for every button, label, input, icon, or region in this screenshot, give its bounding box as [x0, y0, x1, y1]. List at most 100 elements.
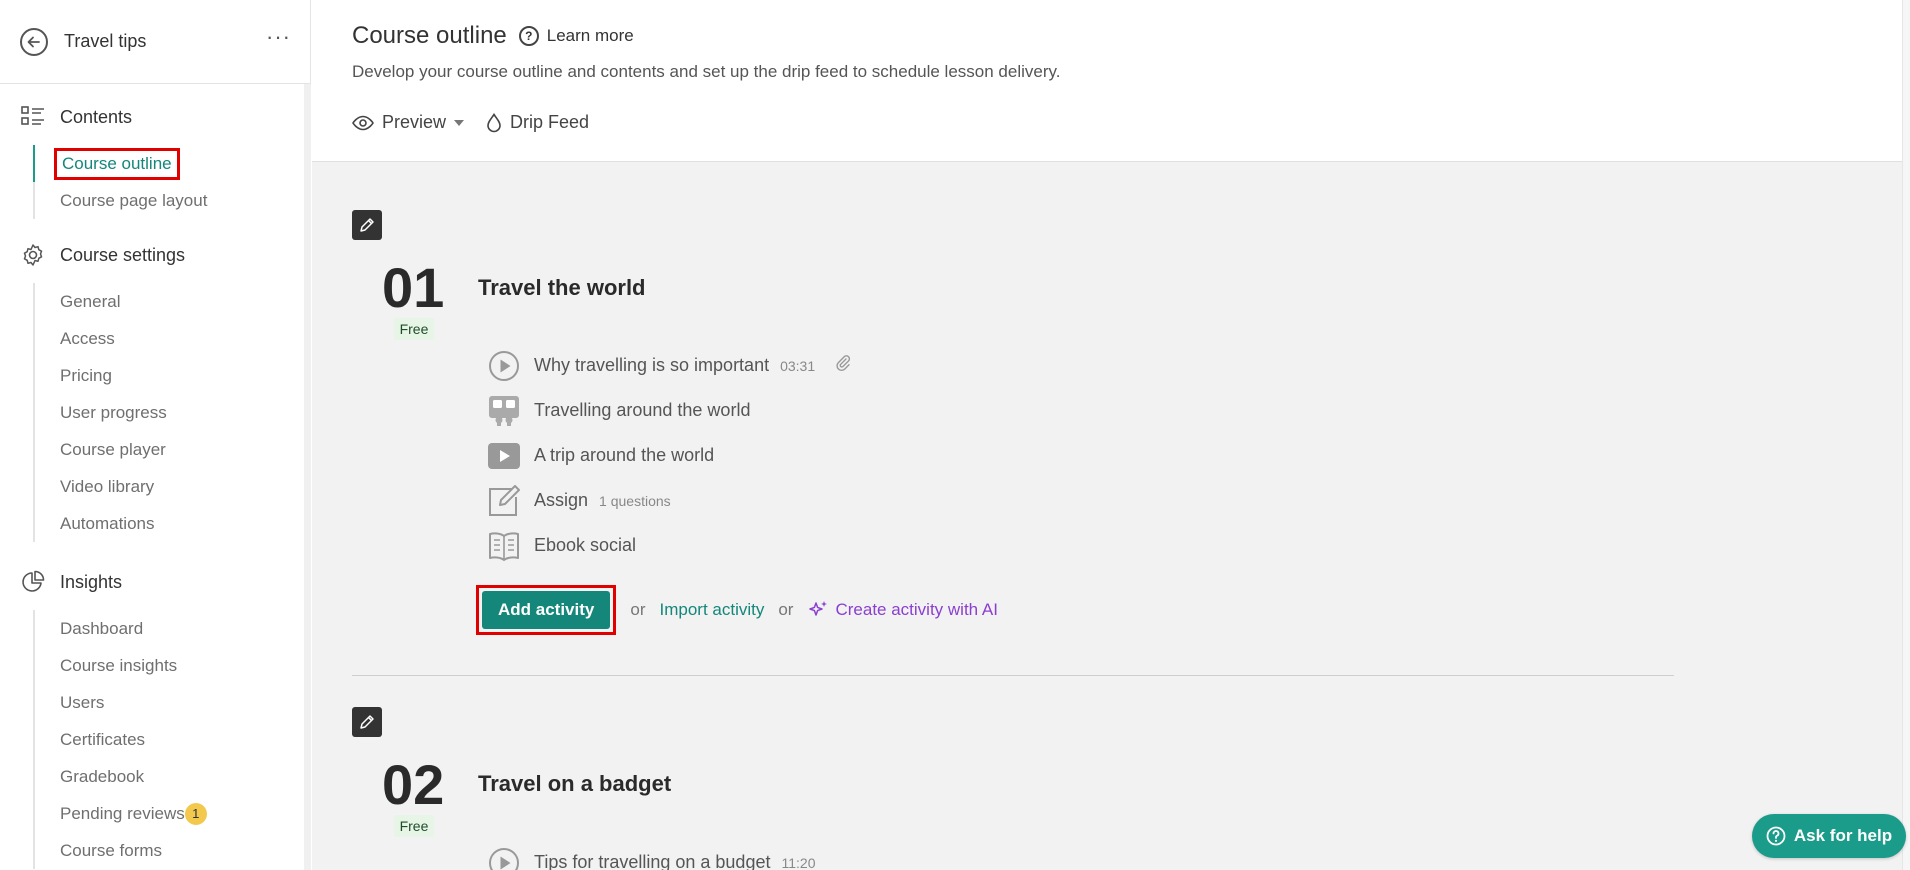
module-2: 02 Free Travel on a badget Tips for trav…	[352, 707, 1674, 870]
main-content: Course outline ? Learn more Develop your…	[312, 0, 1910, 870]
section-course-settings-header[interactable]: Course settings	[20, 227, 310, 283]
sidebar-item-user-progress[interactable]: User progress	[33, 394, 310, 431]
sidebar-item-course-player[interactable]: Course player	[33, 431, 310, 468]
presentation-icon	[488, 395, 520, 427]
module-1: 01 Free Travel the world Why travelling …	[352, 210, 1674, 635]
pencil-icon	[360, 218, 374, 232]
sidebar-item-gradebook[interactable]: Gradebook	[33, 758, 310, 795]
section-insights: Insights Dashboard Course insights Users…	[0, 554, 310, 869]
sidebar-item-label: Pricing	[60, 365, 112, 385]
free-badge: Free	[394, 318, 434, 340]
sidebar-item-label: Video library	[60, 476, 155, 496]
sidebar-item-label: Access	[60, 328, 115, 348]
lesson-title: Travelling around the world	[534, 400, 751, 420]
drip-feed-label: Drip Feed	[510, 112, 590, 132]
sidebar-item-course-insights[interactable]: Course insights	[33, 647, 310, 684]
add-activity-highlight: Add activity	[476, 585, 617, 635]
section-contents-header[interactable]: Contents	[20, 89, 310, 145]
lesson-title: Assign	[534, 490, 589, 510]
pie-chart-icon	[20, 569, 46, 595]
lesson-item[interactable]: Ebook social	[488, 523, 851, 568]
caret-down-icon	[454, 119, 465, 126]
help-circle-icon	[1766, 826, 1786, 846]
ebook-icon	[488, 530, 520, 562]
learn-more-link[interactable]: ? Learn more	[518, 26, 634, 46]
eye-icon	[352, 115, 374, 130]
video-icon	[488, 440, 520, 472]
drop-icon	[487, 112, 501, 132]
lesson-item[interactable]: Assign 1 questions	[488, 478, 851, 523]
module-title[interactable]: Travel on a badget	[478, 771, 671, 797]
sidebar-item-general[interactable]: General	[33, 283, 310, 320]
back-button[interactable]	[20, 27, 48, 56]
sidebar-item-course-forms[interactable]: Course forms	[33, 832, 310, 869]
module-number: 02	[382, 753, 445, 816]
import-activity-link[interactable]: Import activity	[659, 600, 764, 620]
section-insights-header[interactable]: Insights	[20, 554, 310, 610]
pencil-icon	[360, 715, 374, 729]
drip-feed-button[interactable]: Drip Feed	[486, 112, 589, 133]
module-number: 01	[382, 256, 445, 319]
preview-label: Preview	[382, 112, 447, 132]
sparkle-icon	[809, 601, 828, 616]
sidebar-item-automations[interactable]: Automations	[33, 505, 310, 542]
add-activity-button[interactable]: Add activity	[482, 591, 611, 629]
module-actions: Add activity or Import activity or Creat…	[476, 585, 998, 635]
preview-dropdown[interactable]: Preview	[352, 112, 465, 133]
sidebar-item-label: Gradebook	[60, 766, 145, 786]
lesson-list: Why travelling is so important 03:31 Tra…	[488, 343, 851, 568]
course-title: Travel tips	[64, 31, 147, 51]
sidebar-item-video-library[interactable]: Video library	[33, 468, 310, 505]
lesson-item[interactable]: Travelling around the world	[488, 388, 851, 433]
edit-module-button[interactable]	[352, 707, 382, 737]
section-title: Insights	[60, 571, 123, 592]
play-circle-icon	[488, 847, 520, 870]
section-title: Course settings	[60, 244, 186, 265]
lesson-item[interactable]: Why travelling is so important 03:31	[488, 343, 851, 388]
sidebar-item-course-outline[interactable]: Course outline	[33, 145, 310, 182]
edit-note-icon	[488, 484, 520, 517]
sidebar-item-users[interactable]: Users	[33, 684, 310, 721]
sidebar-item-course-page-layout[interactable]: Course page layout	[33, 182, 310, 219]
sidebar-item-certificates[interactable]: Certificates	[33, 721, 310, 758]
sidebar-item-access[interactable]: Access	[33, 320, 310, 357]
module-title[interactable]: Travel the world	[478, 275, 646, 301]
sidebar-item-label: Course forms	[60, 840, 163, 860]
main-scrollbar[interactable]	[1902, 0, 1910, 870]
gear-icon	[20, 242, 46, 268]
lesson-list: Tips for travelling on a budget 11:20	[488, 840, 815, 870]
settings-list: General Access Pricing User progress Cou…	[33, 283, 310, 542]
arrow-left-icon	[27, 36, 40, 47]
section-contents: Contents Course outline Course page layo…	[0, 89, 310, 219]
more-options-icon[interactable]: ···	[266, 25, 291, 52]
lesson-title: Why travelling is so important	[534, 355, 770, 375]
sidebar-item-label: Automations	[60, 513, 155, 533]
insights-list: Dashboard Course insights Users Certific…	[33, 610, 310, 869]
module-divider	[352, 675, 1674, 676]
create-activity-ai-link[interactable]: Create activity with AI	[807, 599, 998, 621]
sidebar-item-label: Pending reviews	[60, 803, 185, 823]
sidebar-scrollbar[interactable]	[304, 84, 311, 870]
sidebar-item-label: Course insights	[60, 655, 178, 675]
ask-for-help-button[interactable]: Ask for help	[1752, 814, 1906, 858]
pending-count-badge: 1	[184, 802, 207, 825]
page-subtitle: Develop your course outline and contents…	[352, 62, 1061, 81]
edit-module-button[interactable]	[352, 210, 382, 240]
section-course-settings: Course settings General Access Pricing U…	[0, 227, 310, 542]
paperclip-icon	[835, 354, 851, 377]
sidebar-item-pricing[interactable]: Pricing	[33, 357, 310, 394]
lesson-item[interactable]: A trip around the world	[488, 433, 851, 478]
lesson-duration: 03:31	[780, 357, 816, 374]
page-title: Course outline	[352, 22, 507, 49]
sidebar-item-label: Course page layout	[60, 190, 208, 210]
sidebar-item-dashboard[interactable]: Dashboard	[33, 610, 310, 647]
sidebar-item-label: General	[60, 291, 121, 311]
sidebar-item-label: Users	[60, 692, 105, 712]
or-separator: or	[778, 600, 794, 619]
sidebar-item-pending-reviews[interactable]: Pending reviews 1	[33, 795, 310, 832]
ask-for-help-label: Ask for help	[1793, 826, 1893, 845]
sidebar-header: Travel tips ···	[0, 0, 311, 84]
lesson-item[interactable]: Tips for travelling on a budget 11:20	[488, 840, 815, 870]
sidebar: Travel tips ··· Contents Course outline …	[0, 0, 311, 870]
create-activity-ai-label: Create activity with AI	[835, 600, 998, 619]
